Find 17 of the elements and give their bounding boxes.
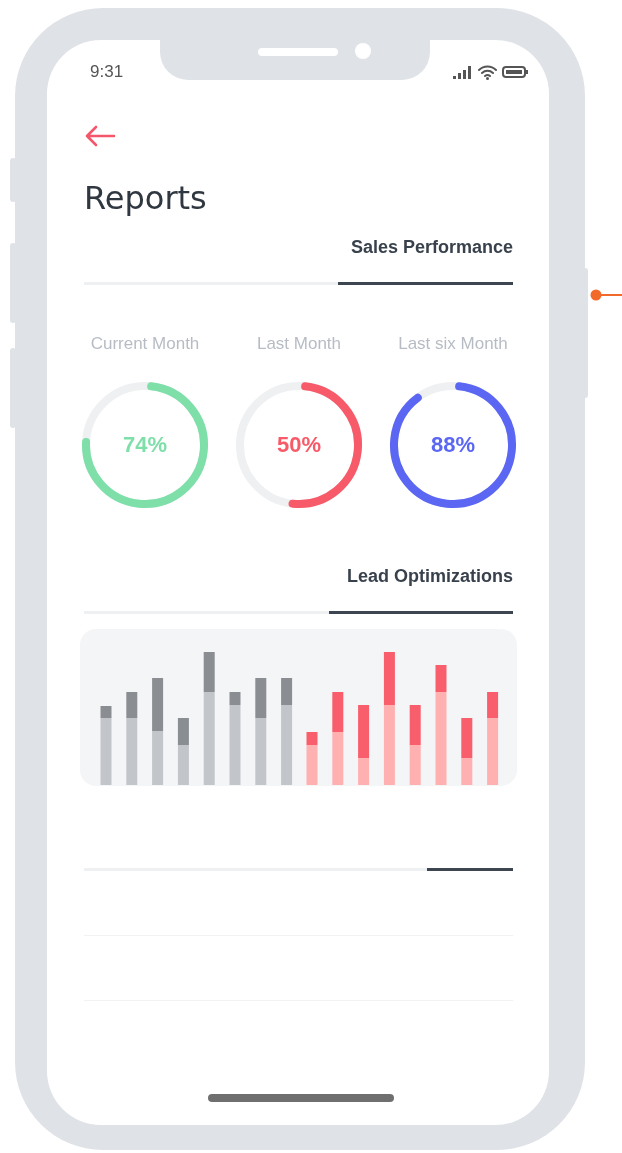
section-tab[interactable]: Lead Optimizations (346, 565, 513, 587)
page-title: Reports (84, 178, 208, 218)
status-time: 9:31 (90, 62, 124, 82)
section-tab[interactable]: Sales Performance (350, 236, 513, 258)
connector-drawing (590, 289, 622, 301)
battery-icon (502, 66, 528, 78)
metric-label: Last six Month (398, 333, 508, 355)
percent-value: 50% (275, 432, 322, 458)
chart-bar (177, 718, 189, 785)
metric-label: Current Month (90, 333, 200, 355)
chart-bar (461, 718, 473, 785)
wifi-icon (478, 64, 497, 80)
camera-dot (355, 43, 371, 59)
metric-label: Last Month (256, 333, 342, 355)
chart-bar (306, 732, 318, 785)
signal-icon (453, 65, 473, 79)
back-arrow-icon[interactable] (84, 124, 116, 148)
